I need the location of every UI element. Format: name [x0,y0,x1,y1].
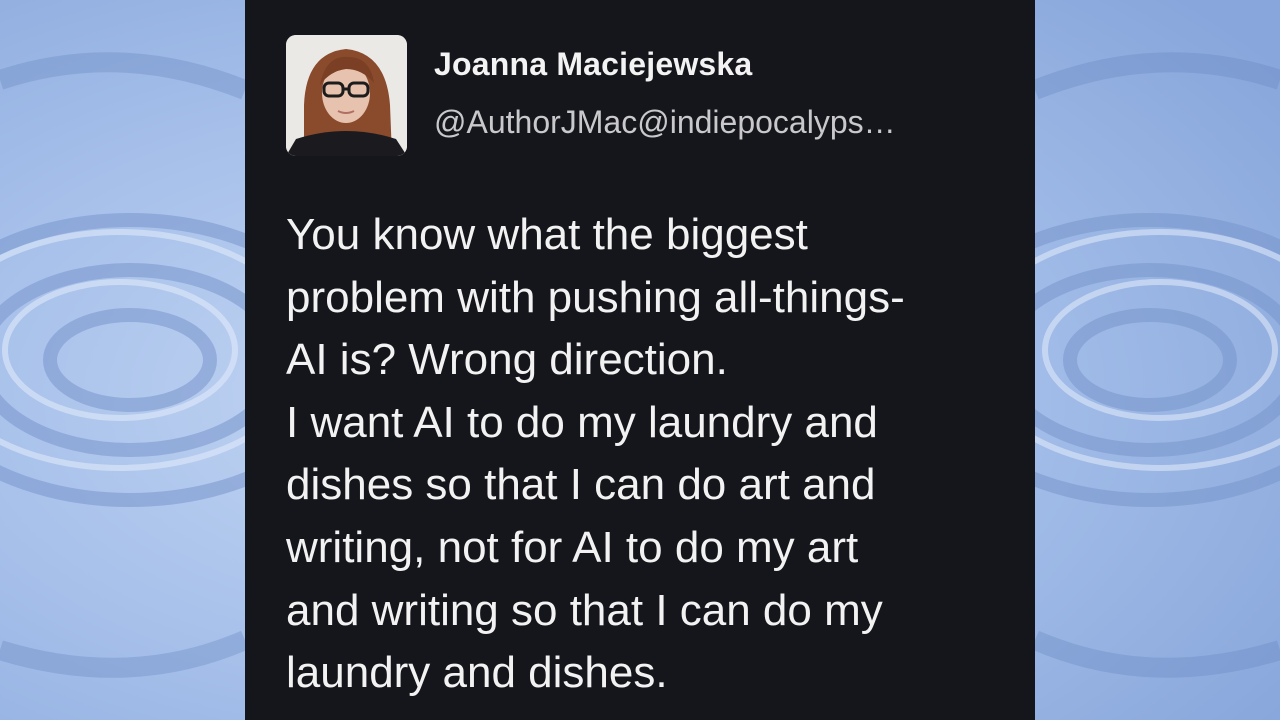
post-text-line: You know what the biggest [286,210,808,259]
post-text-line: problem with pushing all-things- [286,272,905,322]
post-card: Joanna Maciejewska @AuthorJMac@indiepoca… [245,0,1035,720]
avatar-photo [286,35,407,156]
author-avatar[interactable] [286,35,407,156]
author-handle[interactable]: @AuthorJMac@indiepocalyps… [434,104,896,141]
post-text-line: laundry and dishes. [286,648,668,698]
post-text-line: AI is? Wrong direction. [286,335,728,385]
post-text-line: writing, not for AI to do my art [286,522,859,572]
author-name[interactable]: Joanna Maciejewska [434,46,752,83]
post-text-line: and writing so that I can do my [286,585,883,635]
post-text: You know what the biggest problem with p… [286,204,1021,705]
post-text-line: I want AI to do my laundry and [286,397,878,447]
post-text-line: dishes so that I can do art and [286,460,876,510]
